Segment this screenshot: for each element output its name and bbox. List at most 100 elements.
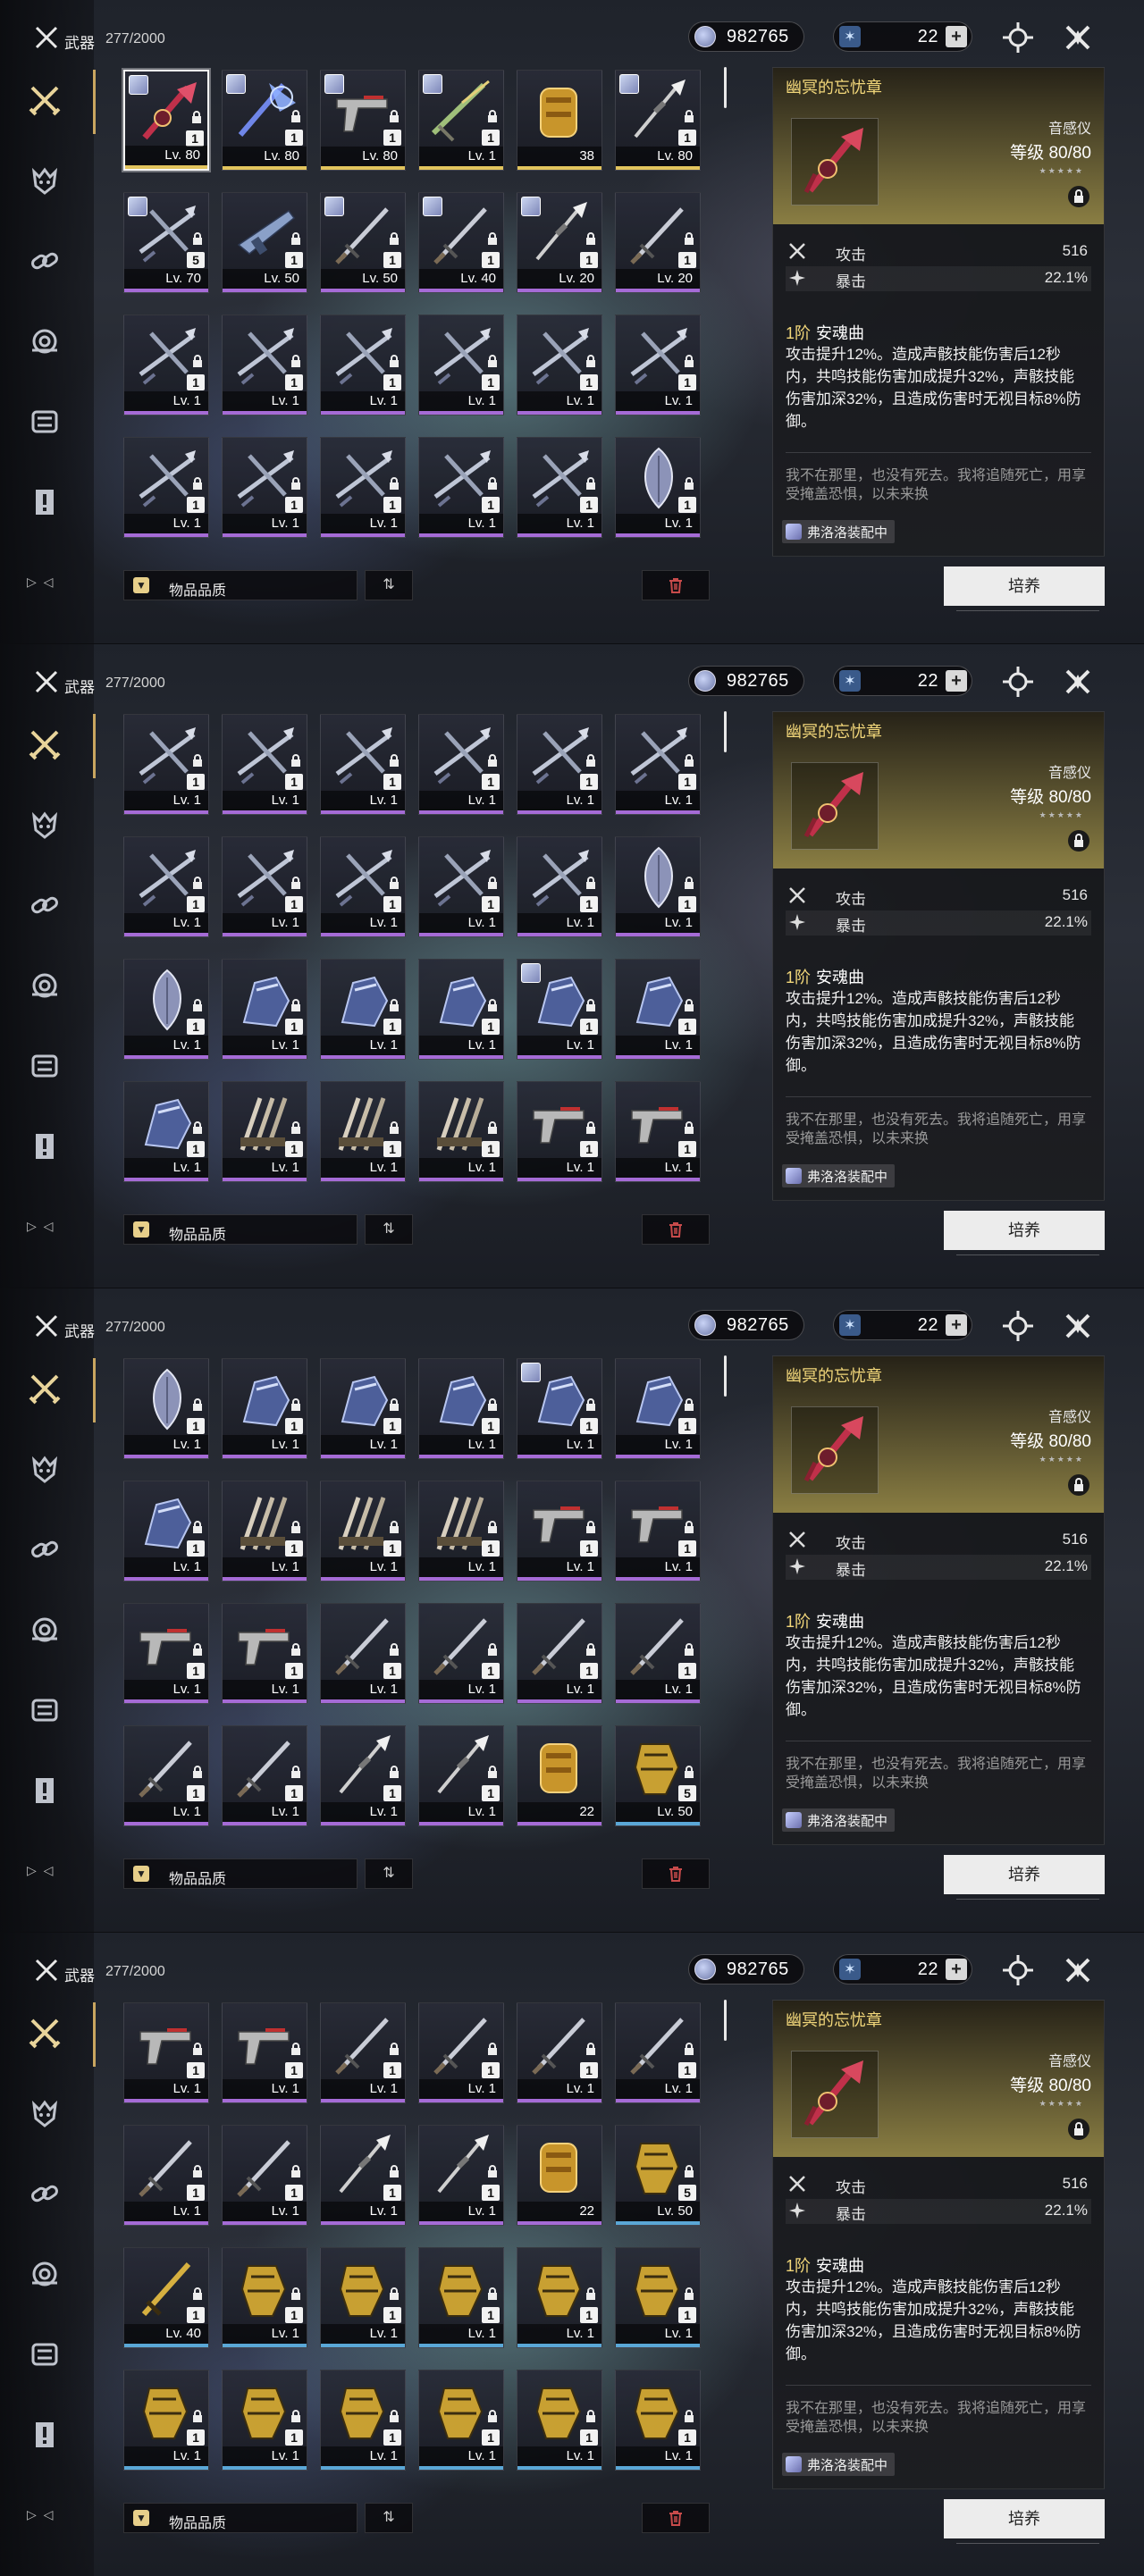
nav-weapons-icon[interactable]	[20, 719, 70, 769]
weapon-slot[interactable]: 1 Lv. 1	[123, 2370, 209, 2471]
weapon-slot[interactable]: 1 Lv. 1	[615, 2002, 701, 2103]
weapon-slot[interactable]: 1 Lv. 50	[222, 192, 307, 293]
weapon-slot[interactable]: 1 Lv. 1	[418, 2125, 504, 2226]
add-stamina-button[interactable]: +	[946, 26, 967, 47]
weapon-slot[interactable]: 1 Lv. 1	[517, 1081, 602, 1182]
close-icon[interactable]	[1060, 20, 1096, 55]
sort-order-button[interactable]: ⇅	[365, 2503, 413, 2533]
nav-weapons-icon[interactable]	[20, 1364, 70, 1414]
weapon-slot[interactable]: 1 Lv. 1	[123, 959, 209, 1060]
nav-weapons-icon[interactable]	[20, 2008, 70, 2058]
weapon-slot[interactable]: 1 Lv. 1	[418, 2370, 504, 2471]
develop-button[interactable]: 培养	[944, 1855, 1105, 1894]
weapon-slot[interactable]: 1 Lv. 1	[222, 714, 307, 815]
nav-collapse-arrows[interactable]: ▷ ◁	[27, 1863, 55, 1878]
target-icon[interactable]	[1000, 1308, 1036, 1344]
nav-collapse-arrows[interactable]: ▷ ◁	[27, 2507, 55, 2522]
weapon-slot[interactable]: 1 Lv. 1	[320, 2370, 406, 2471]
weapon-slot[interactable]: 1 Lv. 1	[615, 315, 701, 415]
weapon-slot[interactable]: 1 Lv. 1	[418, 70, 504, 171]
weapon-slot[interactable]: 1 Lv. 1	[320, 2247, 406, 2348]
weapon-slot[interactable]: 5 Lv. 70	[123, 192, 209, 293]
weapon-slot[interactable]: 1 Lv. 1	[320, 1358, 406, 1459]
weapon-slot[interactable]: 1 Lv. 1	[123, 836, 209, 937]
weapon-slot[interactable]: 1 Lv. 1	[222, 1081, 307, 1182]
lock-toggle-icon[interactable]	[1068, 2119, 1089, 2140]
sort-dropdown[interactable]: ▼ 物品品质	[123, 2503, 358, 2533]
nav-collapse-arrows[interactable]: ▷ ◁	[27, 1219, 55, 1234]
nav-chain-icon[interactable]	[20, 2169, 70, 2219]
weapon-slot[interactable]: 1 Lv. 1	[320, 2002, 406, 2103]
weapon-slot[interactable]: 1 Lv. 1	[222, 1603, 307, 1704]
weapon-slot[interactable]: 1 Lv. 50	[320, 192, 406, 293]
weapon-slot[interactable]: 1 Lv. 1	[418, 959, 504, 1060]
sort-dropdown[interactable]: ▼ 物品品质	[123, 1859, 358, 1889]
delete-button[interactable]	[642, 1214, 710, 1245]
weapon-slot[interactable]: 1 Lv. 1	[418, 1358, 504, 1459]
weapon-slot[interactable]: 5 Lv. 50	[615, 1725, 701, 1826]
weapon-slot[interactable]: 1 Lv. 80	[320, 70, 406, 171]
sort-dropdown[interactable]: ▼ 物品品质	[123, 570, 358, 600]
weapon-slot[interactable]: 1 Lv. 1	[222, 315, 307, 415]
weapon-slot[interactable]: 1 Lv. 1	[222, 2370, 307, 2471]
delete-button[interactable]	[642, 570, 710, 600]
weapon-slot[interactable]: 1 Lv. 1	[320, 836, 406, 937]
nav-echo-icon[interactable]	[20, 1444, 70, 1494]
weapon-slot[interactable]: 1 Lv. 1	[615, 2370, 701, 2471]
nav-consumable-icon[interactable]	[20, 397, 70, 447]
lock-toggle-icon[interactable]	[1068, 830, 1089, 852]
weapon-slot[interactable]: 1 Lv. 1	[123, 1603, 209, 1704]
grid-scrollbar[interactable]	[724, 2000, 727, 2041]
weapon-slot[interactable]: 1 Lv. 1	[222, 1481, 307, 1582]
weapon-slot[interactable]: 1 Lv. 1	[222, 2002, 307, 2103]
weapon-slot[interactable]: 1 Lv. 1	[418, 1725, 504, 1826]
weapon-slot[interactable]: 1 Lv. 80	[222, 70, 307, 171]
weapon-slot[interactable]: 1 Lv. 80	[122, 68, 211, 172]
weapon-slot[interactable]: 1 Lv. 1	[123, 2125, 209, 2226]
weapon-slot[interactable]: 22	[517, 1725, 602, 1826]
weapon-slot[interactable]: 1 Lv. 1	[123, 1481, 209, 1582]
grid-scrollbar[interactable]	[724, 1355, 727, 1397]
weapon-slot[interactable]: 1 Lv. 1	[615, 714, 701, 815]
weapon-slot[interactable]: 1 Lv. 1	[222, 2247, 307, 2348]
grid-scrollbar[interactable]	[724, 711, 727, 752]
nav-material-icon[interactable]	[20, 2249, 70, 2299]
weapon-slot[interactable]: 1 Lv. 20	[517, 192, 602, 293]
weapon-slot[interactable]: 1 Lv. 1	[222, 1725, 307, 1826]
weapon-slot[interactable]: 1 Lv. 1	[517, 714, 602, 815]
nav-material-icon[interactable]	[20, 316, 70, 366]
nav-quest-item-icon[interactable]	[20, 1766, 70, 1816]
weapon-slot[interactable]: 1 Lv. 1	[320, 959, 406, 1060]
weapon-slot[interactable]: 1 Lv. 1	[123, 2002, 209, 2103]
nav-quest-item-icon[interactable]	[20, 1121, 70, 1171]
weapon-slot[interactable]: 1 Lv. 1	[517, 437, 602, 538]
weapon-slot[interactable]: 1 Lv. 1	[517, 2002, 602, 2103]
grid-scrollbar[interactable]	[724, 67, 727, 108]
target-icon[interactable]	[1000, 1952, 1036, 1988]
add-stamina-button[interactable]: +	[946, 1314, 967, 1336]
weapon-slot[interactable]: 1 Lv. 1	[615, 2247, 701, 2348]
weapon-slot[interactable]: 1 Lv. 1	[123, 437, 209, 538]
nav-echo-icon[interactable]	[20, 155, 70, 206]
weapon-slot[interactable]: 1 Lv. 1	[222, 2125, 307, 2226]
weapon-slot[interactable]: 1 Lv. 1	[222, 1358, 307, 1459]
target-icon[interactable]	[1000, 20, 1036, 55]
add-stamina-button[interactable]: +	[946, 670, 967, 692]
weapon-slot[interactable]: 5 Lv. 50	[615, 2125, 701, 2226]
weapon-slot[interactable]: 1 Lv. 1	[615, 437, 701, 538]
nav-consumable-icon[interactable]	[20, 1041, 70, 1091]
weapon-slot[interactable]: 1 Lv. 1	[123, 1725, 209, 1826]
add-stamina-button[interactable]: +	[946, 1959, 967, 1980]
close-icon[interactable]	[1060, 1308, 1096, 1344]
sort-order-button[interactable]: ⇅	[365, 1859, 413, 1889]
weapon-slot[interactable]: 1 Lv. 1	[418, 1481, 504, 1582]
weapon-slot[interactable]: 1 Lv. 1	[320, 1603, 406, 1704]
weapon-slot[interactable]: 1 Lv. 1	[123, 714, 209, 815]
weapon-slot[interactable]: 1 Lv. 40	[418, 192, 504, 293]
weapon-slot[interactable]: 1 Lv. 1	[615, 1358, 701, 1459]
nav-collapse-arrows[interactable]: ▷ ◁	[27, 575, 55, 590]
weapon-slot[interactable]: 1 Lv. 1	[517, 315, 602, 415]
delete-button[interactable]	[642, 1859, 710, 1889]
delete-button[interactable]	[642, 2503, 710, 2533]
nav-chain-icon[interactable]	[20, 1524, 70, 1574]
